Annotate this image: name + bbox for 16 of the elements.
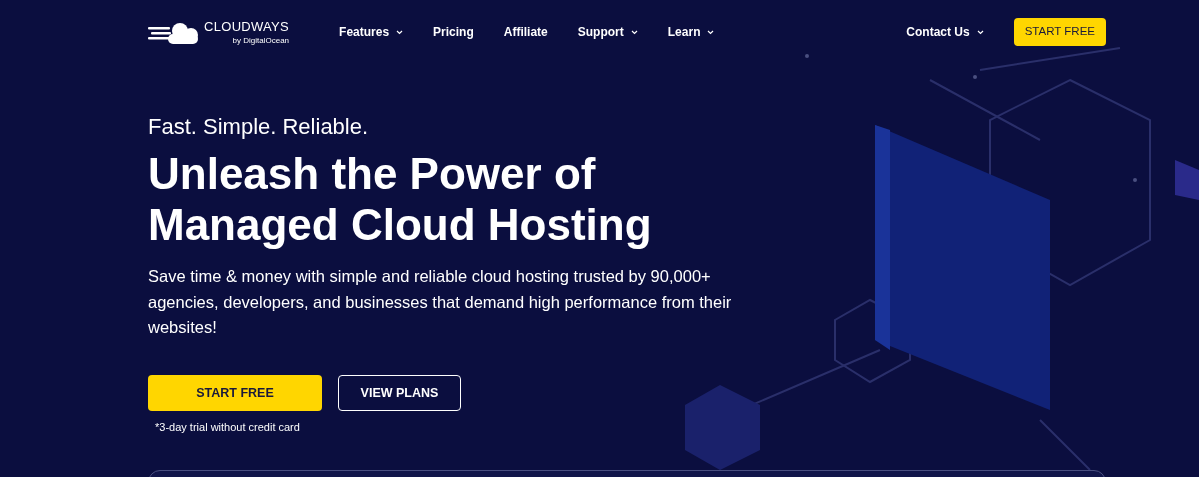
nav-link[interactable]: Features <box>339 23 404 41</box>
view-plans-button[interactable]: VIEW PLANS <box>338 374 461 411</box>
nav-link[interactable]: Pricing <box>433 23 474 41</box>
start-free-button[interactable]: START FREE <box>148 374 322 411</box>
start-free-button[interactable]: START FREE <box>1013 18 1106 46</box>
logo-tagline: by DigitalOcean <box>232 36 290 45</box>
nav-link[interactable]: Learn <box>667 23 715 41</box>
trial-note: *3-day trial without credit card <box>155 419 301 435</box>
nav-link[interactable]: Affiliate <box>503 23 548 41</box>
hero-description: Save time & money with simple and reliable cloud hosting trusted by 90,000+ agencies, developers, and businesses that demand high performance from their websites! <box>148 266 733 339</box>
cloud-logo-icon[interactable] <box>148 20 200 44</box>
nav-link[interactable]: Contact Us <box>906 23 984 41</box>
nav-link[interactable]: Support <box>577 23 638 41</box>
logo-wordmark: CLOUDWAYS <box>204 19 290 33</box>
hero-eyebrow: Fast. Simple. Reliable. <box>148 113 370 141</box>
hero-heading: Unleash the Power of Managed Cloud Hosting <box>148 149 653 251</box>
